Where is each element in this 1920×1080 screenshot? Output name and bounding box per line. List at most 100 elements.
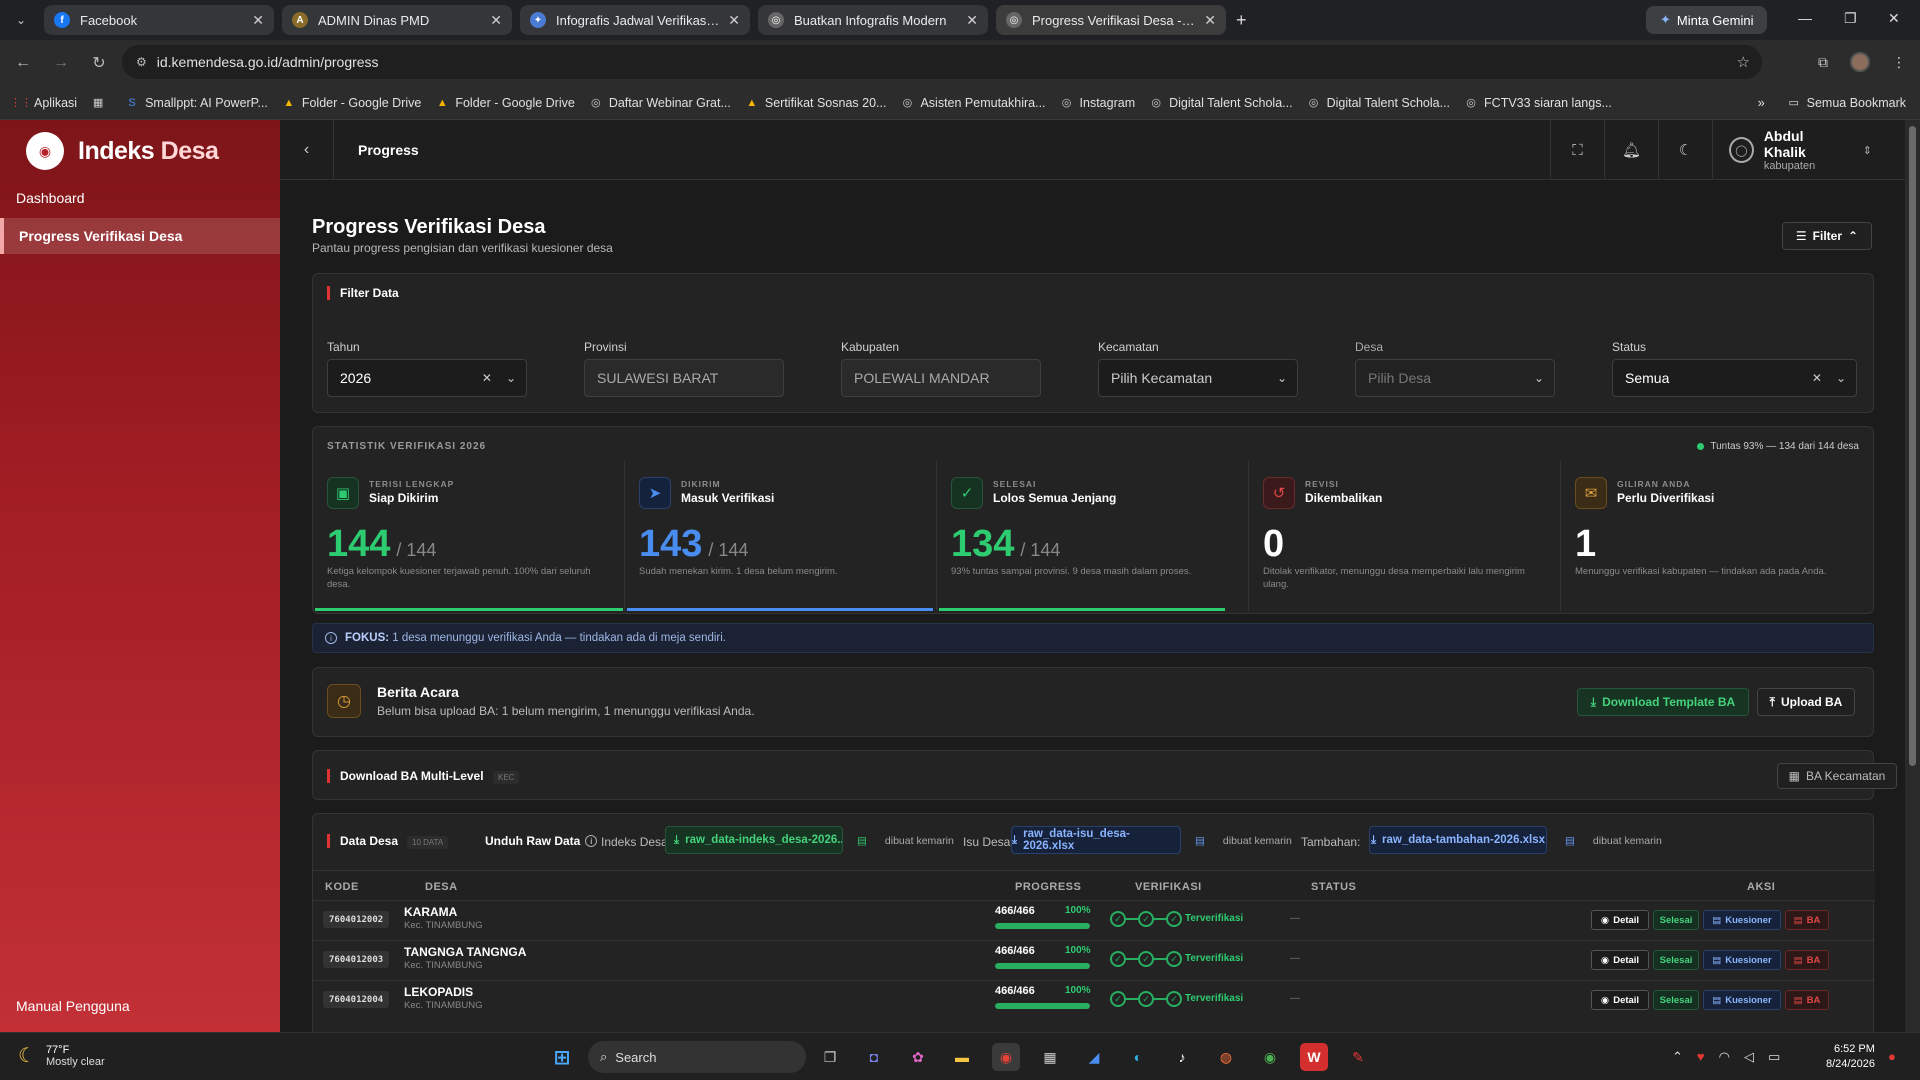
- download-indeks-desa-button[interactable]: ⤓ raw_data-indeks_desa-2026....: [665, 826, 843, 854]
- bookmark-item[interactable]: ◎ Asisten Pemutakhira...: [900, 96, 1046, 110]
- download-template-ba-button[interactable]: ⤓ Download Template BA: [1577, 688, 1749, 716]
- bookmark-item[interactable]: ◎ Digital Talent Schola...: [1307, 96, 1450, 110]
- close-window-icon[interactable]: ✕: [1888, 10, 1900, 27]
- windows-start-icon[interactable]: ⊞: [548, 1043, 576, 1071]
- brand-logo[interactable]: ◉ Indeks Desa: [26, 132, 219, 170]
- user-menu[interactable]: ◯ Abdul Khalik kabupaten ⇕: [1712, 120, 1872, 180]
- sidebar-item-dashboard[interactable]: Dashboard: [16, 190, 85, 206]
- profile-avatar[interactable]: [1850, 52, 1870, 72]
- collapse-sidebar-icon[interactable]: ‹: [280, 120, 334, 180]
- desa-select[interactable]: Pilih Desa ⌄: [1355, 359, 1555, 397]
- bookmark-item[interactable]: ▲ Folder - Google Drive: [435, 96, 575, 110]
- bookmark-item[interactable]: ▦: [91, 96, 111, 110]
- reload-icon[interactable]: ↻: [84, 53, 114, 73]
- filter-toggle-button[interactable]: ☰ Filter ⌃: [1782, 222, 1872, 250]
- extensions-icon[interactable]: ⧉: [1818, 54, 1828, 71]
- bell-icon[interactable]: 🔔︎: [1604, 120, 1658, 180]
- tahun-select[interactable]: 2026 ✕ ⌄: [327, 359, 527, 397]
- bookmarks-bar: ⋮⋮ Aplikasi ▦ S Smallppt: AI PowerP... ▲ Folde…: [0, 86, 1920, 120]
- page-scrollbar[interactable]: [1905, 120, 1920, 1032]
- browser-tab[interactable]: A ADMIN Dinas PMD ✕: [282, 5, 512, 35]
- taskbar-search[interactable]: ⌕ Search: [588, 1041, 806, 1073]
- menu-icon[interactable]: ⋮: [1892, 54, 1906, 71]
- close-tab-icon[interactable]: ✕: [252, 12, 264, 29]
- pdf-icon[interactable]: ✎: [1344, 1043, 1372, 1071]
- chrome-alt-icon[interactable]: ◉: [1256, 1043, 1284, 1071]
- more-bookmarks-icon[interactable]: »: [1758, 96, 1765, 110]
- close-tab-icon[interactable]: ✕: [966, 12, 978, 29]
- notification-icon[interactable]: ●: [1888, 1049, 1896, 1064]
- clear-icon[interactable]: ✕: [482, 371, 492, 385]
- detail-button[interactable]: ◉ Detail: [1591, 990, 1649, 1010]
- info-icon[interactable]: i: [585, 835, 598, 847]
- kuesioner-button[interactable]: ▤ Kuesioner: [1703, 950, 1781, 970]
- all-bookmarks[interactable]: ▭ Semua Bookmark: [1787, 96, 1906, 110]
- bookmark-star-icon[interactable]: ☆: [1737, 53, 1750, 71]
- bookmark-item[interactable]: ▲ Folder - Google Drive: [282, 96, 421, 110]
- download-tambahan-button[interactable]: ⤓ raw_data-tambahan-2026.xlsx: [1369, 826, 1547, 854]
- kecamatan-select[interactable]: Pilih Kecamatan ⌄: [1098, 359, 1298, 397]
- ba-button[interactable]: ▤ BA: [1785, 950, 1829, 970]
- chrome-icon[interactable]: ◉: [992, 1043, 1020, 1071]
- browser-tab[interactable]: ◎Progress Verifikasi Desa - Indeks✕: [996, 5, 1226, 35]
- url-input[interactable]: ⚙ id.kemendesa.go.id/admin/progress ☆: [122, 45, 1762, 79]
- wps-icon[interactable]: W: [1300, 1043, 1328, 1071]
- bookmark-item[interactable]: ⋮⋮ Aplikasi: [10, 96, 77, 110]
- filter-heading: Filter Data: [327, 286, 399, 300]
- kuesioner-button[interactable]: ▤ Kuesioner: [1703, 910, 1781, 930]
- task-view-icon[interactable]: ❐: [816, 1043, 844, 1071]
- close-tab-icon[interactable]: ✕: [728, 12, 740, 29]
- detail-button[interactable]: ◉ Detail: [1591, 950, 1649, 970]
- gemini-button[interactable]: ✦ Minta Gemini: [1646, 6, 1768, 34]
- copilot-icon[interactable]: ✿: [904, 1043, 932, 1071]
- download-isu-desa-button[interactable]: ⤓ raw_data-isu_desa-2026.xlsx: [1011, 826, 1181, 854]
- dark-mode-icon[interactable]: ☾: [1658, 120, 1712, 180]
- globe-icon: ◎: [591, 97, 601, 109]
- sidebar-item-progress[interactable]: Progress Verifikasi Desa: [0, 218, 280, 254]
- bookmark-item[interactable]: ◎ Daftar Webinar Grat...: [589, 96, 731, 110]
- ba-button[interactable]: ▤ BA: [1785, 910, 1829, 930]
- system-tray[interactable]: ⌃ ♥ ◠ ◁ ▭: [1672, 1049, 1780, 1065]
- bookmark-item[interactable]: ◎ FCTV33 siaran langs...: [1464, 96, 1612, 110]
- selesai-button[interactable]: Selesai: [1653, 910, 1699, 930]
- selesai-button[interactable]: Selesai: [1653, 990, 1699, 1010]
- site-info-icon[interactable]: ⚙: [136, 55, 147, 69]
- bookmark-item[interactable]: ◎ Digital Talent Schola...: [1149, 96, 1292, 110]
- restore-icon[interactable]: ❐: [1844, 10, 1857, 27]
- check-icon: ✓: [1138, 911, 1154, 927]
- close-tab-icon[interactable]: ✕: [490, 12, 502, 29]
- ba-button[interactable]: ▤ BA: [1785, 990, 1829, 1010]
- back-icon[interactable]: ←: [8, 54, 38, 72]
- sidebar-item-manual[interactable]: Manual Pengguna: [16, 998, 130, 1014]
- fullscreen-icon[interactable]: ⛶: [1550, 120, 1604, 180]
- minimize-icon[interactable]: —: [1798, 10, 1812, 26]
- weather-widget[interactable]: ☾ 77°F Mostly clear: [18, 1043, 105, 1068]
- browser-tab[interactable]: f Facebook ✕: [44, 5, 274, 35]
- edge-icon[interactable]: ◐: [1124, 1043, 1152, 1071]
- firefox-icon[interactable]: ◍: [1212, 1043, 1240, 1071]
- scrollbar-thumb[interactable]: [1909, 126, 1916, 766]
- tab-search-icon[interactable]: ⌄: [6, 5, 36, 35]
- app-icon[interactable]: ◢: [1080, 1043, 1108, 1071]
- upload-ba-button[interactable]: ⤒ Upload BA: [1757, 688, 1855, 716]
- status-select[interactable]: Semua ✕ ⌄: [1612, 359, 1857, 397]
- store-icon[interactable]: ▦: [1036, 1043, 1064, 1071]
- tiktok-icon[interactable]: ♪: [1168, 1043, 1196, 1071]
- clock[interactable]: 6:52 PM 8/24/2026: [1826, 1042, 1875, 1073]
- ba-kecamatan-button[interactable]: ▦ BA Kecamatan: [1777, 763, 1897, 789]
- browser-tab[interactable]: ✦Infografis Jadwal Verifikasi Ijazah✕: [520, 5, 750, 35]
- new-tab-icon[interactable]: +: [1236, 10, 1247, 31]
- selesai-button[interactable]: Selesai: [1653, 950, 1699, 970]
- globe-icon: ◎: [1308, 97, 1319, 109]
- bookmark-item[interactable]: ◎ Instagram: [1060, 96, 1135, 110]
- browser-tab[interactable]: ◎ Buatkan Infografis Modern ✕: [758, 5, 988, 35]
- close-tab-icon[interactable]: ✕: [1204, 12, 1216, 29]
- teams-icon[interactable]: ◘: [860, 1043, 888, 1071]
- forward-icon[interactable]: →: [46, 54, 76, 72]
- bookmark-item[interactable]: ▲ Sertifikat Sosnas 20...: [745, 96, 886, 110]
- clear-icon[interactable]: ✕: [1812, 371, 1822, 385]
- kuesioner-button[interactable]: ▤ Kuesioner: [1703, 990, 1781, 1010]
- file-explorer-icon[interactable]: ▬: [948, 1043, 976, 1071]
- detail-button[interactable]: ◉ Detail: [1591, 910, 1649, 930]
- bookmark-item[interactable]: S Smallppt: AI PowerP...: [125, 96, 267, 110]
